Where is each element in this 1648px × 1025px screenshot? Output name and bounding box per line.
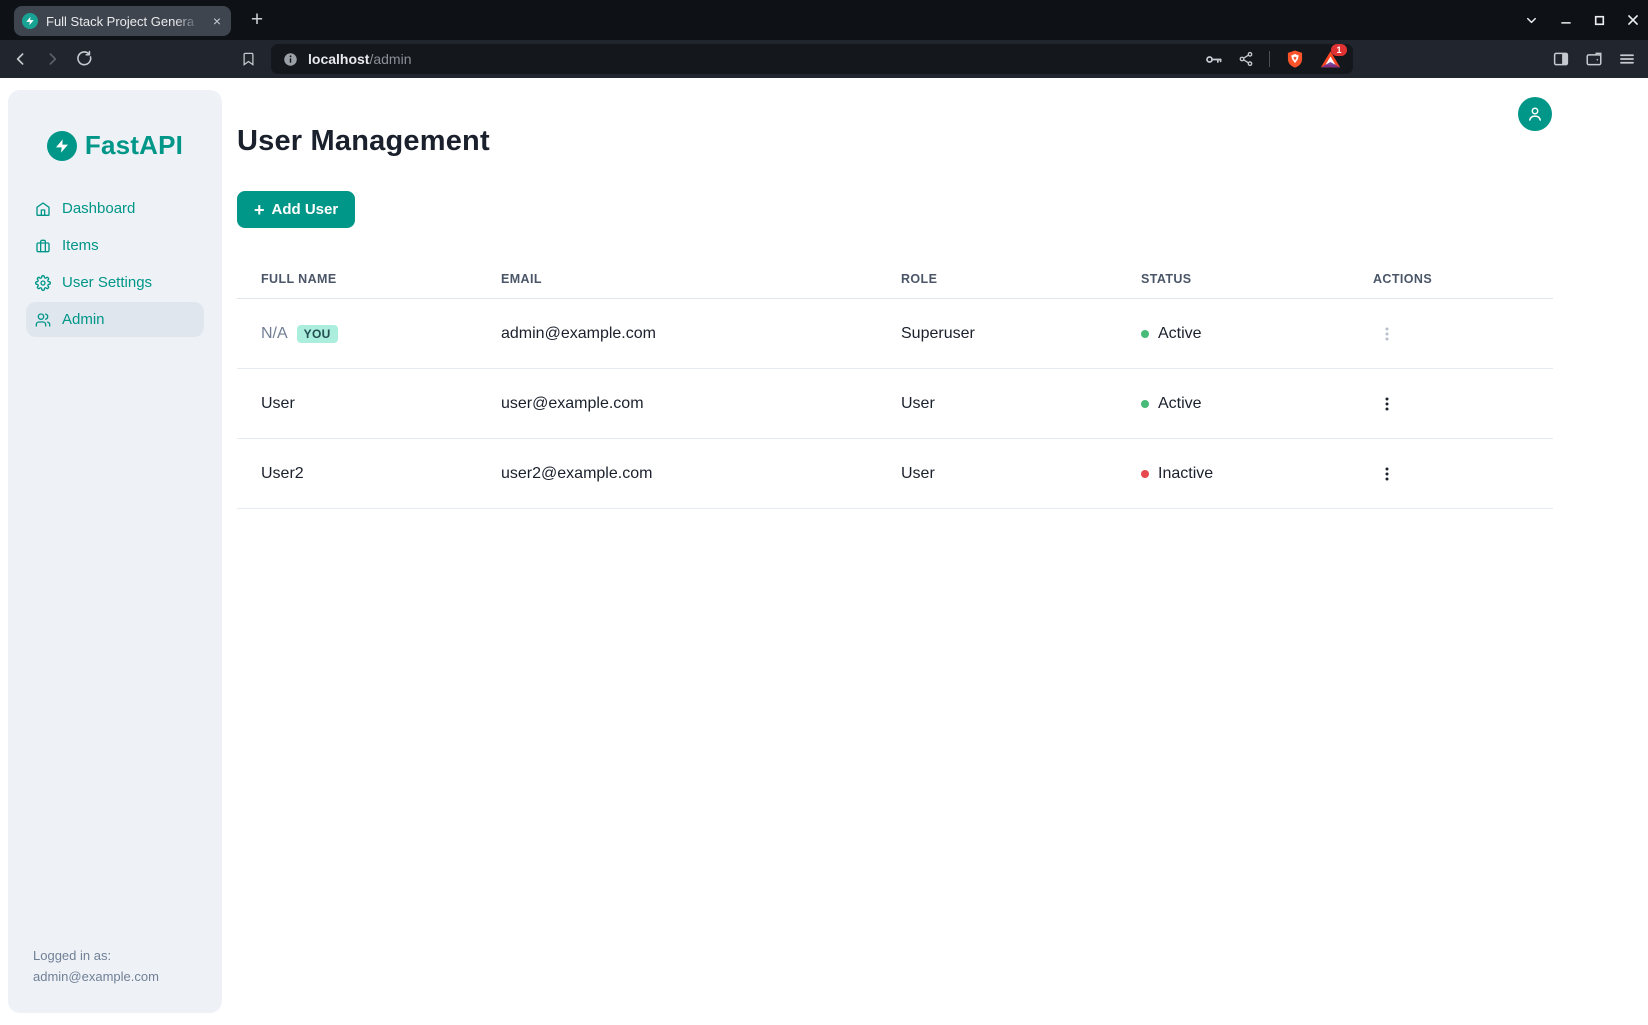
window-close-icon[interactable] <box>1626 13 1640 27</box>
header-status: Status <box>1117 272 1349 286</box>
reload-button-icon[interactable] <box>76 51 93 68</box>
browser-titlebar: Full Stack Project Genera × + <box>0 0 1648 40</box>
share-icon[interactable] <box>1238 51 1254 67</box>
table-header-row: Full Name Email Role Status Actions <box>237 259 1553 299</box>
cell-role: User <box>877 465 1117 483</box>
bookmark-icon[interactable] <box>241 52 256 67</box>
site-info-icon[interactable] <box>283 52 298 67</box>
header-email: Email <box>477 272 877 286</box>
sidebar-item-items[interactable]: Items <box>26 228 204 263</box>
browser-toolbar: localhost/admin 1 <box>0 40 1648 78</box>
user-avatar-button[interactable] <box>1518 97 1552 131</box>
add-user-button[interactable]: + Add User <box>237 191 355 228</box>
status-dot-icon <box>1141 470 1149 478</box>
user-icon <box>1526 105 1544 123</box>
row-actions-kebab-icon[interactable] <box>1373 394 1401 414</box>
url-host: localhost <box>308 51 369 67</box>
sidebar-item-label: Items <box>62 237 99 254</box>
cell-role: Superuser <box>877 325 1117 343</box>
fastapi-logo: FastAPI <box>8 130 222 161</box>
sidebar-item-label: Admin <box>62 311 105 328</box>
row-actions-kebab-icon[interactable] <box>1373 324 1401 344</box>
cell-status: Inactive <box>1117 465 1349 483</box>
full-name-text: User <box>261 395 295 413</box>
header-actions: Actions <box>1349 272 1553 286</box>
cell-full-name: User <box>237 395 477 413</box>
brave-shield-icon[interactable] <box>1285 49 1305 69</box>
logo-text: FastAPI <box>85 130 183 161</box>
logged-in-email: admin@example.com <box>33 966 159 987</box>
users-icon <box>35 312 51 328</box>
full-name-text: N/A <box>261 325 288 343</box>
tab-title: Full Stack Project Genera <box>46 14 203 29</box>
brave-rewards-icon[interactable]: 1 <box>1320 49 1341 70</box>
sidebar: FastAPI Dashboard Items User Settings Ad… <box>8 90 222 1013</box>
sidebar-item-dashboard[interactable]: Dashboard <box>26 191 204 226</box>
cell-full-name: N/A YOU <box>237 325 477 343</box>
you-badge: YOU <box>297 325 338 343</box>
address-bar[interactable]: localhost/admin 1 <box>271 44 1353 74</box>
gear-icon <box>35 275 51 291</box>
briefcase-icon <box>35 238 51 254</box>
tab-search-chevron-icon[interactable] <box>1524 13 1539 28</box>
cell-actions <box>1349 324 1553 344</box>
home-icon <box>35 201 51 217</box>
table-row: User user@example.com User Active <box>237 369 1553 439</box>
rewards-notification-badge: 1 <box>1331 44 1347 56</box>
menu-hamburger-icon[interactable] <box>1618 50 1636 68</box>
cell-status: Active <box>1117 325 1349 343</box>
status-text: Inactive <box>1158 465 1213 483</box>
cell-email: user2@example.com <box>477 465 877 483</box>
url-text: localhost/admin <box>308 51 1204 67</box>
cell-full-name: User2 <box>237 465 477 483</box>
page-title: User Management <box>237 125 1648 158</box>
password-key-icon[interactable] <box>1204 50 1223 69</box>
sidebar-item-admin[interactable]: Admin <box>26 302 204 337</box>
cell-email: user@example.com <box>477 395 877 413</box>
sidebar-item-label: Dashboard <box>62 200 135 217</box>
window-controls <box>1524 0 1640 40</box>
window-minimize-icon[interactable] <box>1559 13 1573 27</box>
cell-role: User <box>877 395 1117 413</box>
url-path: /admin <box>369 51 411 67</box>
sidebar-item-label: User Settings <box>62 274 152 291</box>
cell-actions <box>1349 394 1553 414</box>
page-content: FastAPI Dashboard Items User Settings Ad… <box>0 78 1648 1025</box>
row-actions-kebab-icon[interactable] <box>1373 464 1401 484</box>
status-text: Active <box>1158 395 1202 413</box>
new-tab-button[interactable]: + <box>243 5 271 35</box>
back-button-icon[interactable] <box>12 51 29 68</box>
header-role: Role <box>877 272 1117 286</box>
tab-close-icon[interactable]: × <box>211 14 223 28</box>
users-table: Full Name Email Role Status Actions N/A … <box>237 259 1553 509</box>
plus-icon: + <box>254 201 265 219</box>
sidebar-panel-icon[interactable] <box>1552 50 1570 68</box>
window-maximize-icon[interactable] <box>1593 14 1606 27</box>
browser-tab[interactable]: Full Stack Project Genera × <box>14 6 231 36</box>
full-name-text: User2 <box>261 465 304 483</box>
forward-button-icon[interactable] <box>44 51 61 68</box>
status-text: Active <box>1158 325 1202 343</box>
cell-actions <box>1349 464 1553 484</box>
table-row: N/A YOU admin@example.com Superuser Acti… <box>237 299 1553 369</box>
add-user-label: Add User <box>272 201 339 218</box>
sidebar-nav: Dashboard Items User Settings Admin <box>8 191 222 337</box>
logged-in-as-label: Logged in as: <box>33 945 159 966</box>
brave-wallet-icon[interactable] <box>1585 50 1603 68</box>
sidebar-item-user-settings[interactable]: User Settings <box>26 265 204 300</box>
sidebar-footer: Logged in as: admin@example.com <box>33 945 159 987</box>
table-row: User2 user2@example.com User Inactive <box>237 439 1553 509</box>
fastapi-bolt-icon <box>47 131 77 161</box>
address-bar-actions: 1 <box>1204 49 1341 70</box>
cell-email: admin@example.com <box>477 325 877 343</box>
status-dot-icon <box>1141 330 1149 338</box>
status-dot-icon <box>1141 400 1149 408</box>
cell-status: Active <box>1117 395 1349 413</box>
main-content: User Management + Add User Full Name Ema… <box>237 78 1648 1025</box>
toolbar-right-icons <box>1552 50 1636 68</box>
divider <box>1269 51 1270 67</box>
header-full-name: Full Name <box>237 272 477 286</box>
fastapi-favicon-icon <box>22 13 38 29</box>
